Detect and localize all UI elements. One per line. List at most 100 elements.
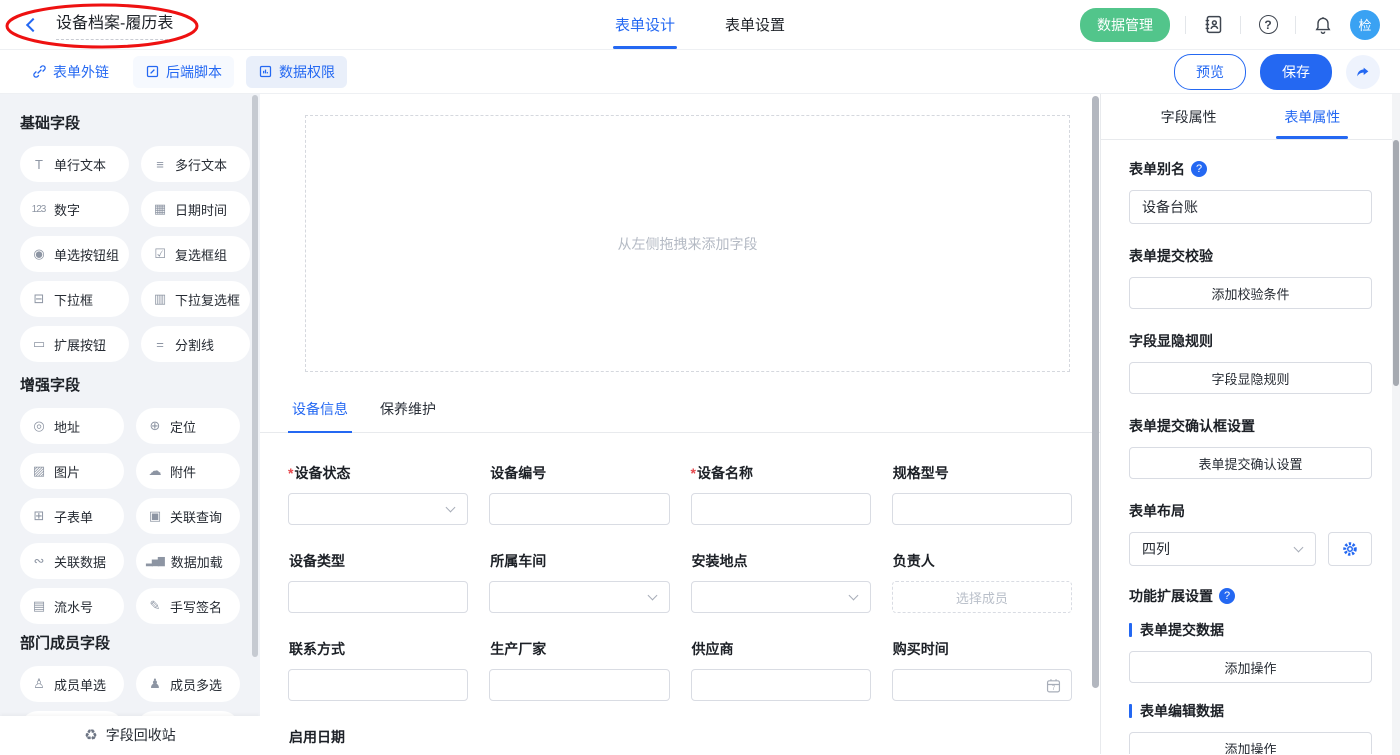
tab-field-properties[interactable]: 字段属性	[1153, 94, 1225, 139]
spec-model-input[interactable]	[892, 493, 1072, 525]
palette-item-address[interactable]: ◎地址	[20, 408, 124, 444]
edit-data-add-action-button[interactable]: 添加操作	[1129, 732, 1372, 754]
field-label: 生产厂家	[489, 639, 669, 659]
field-label: 联系方式	[288, 639, 468, 659]
dropdown-icon: ⊟	[30, 291, 47, 307]
palette-item-number[interactable]: 123数字	[20, 191, 129, 227]
radio-icon: ◉	[30, 246, 47, 262]
palette-item-dropdown[interactable]: ⊟下拉框	[20, 281, 129, 317]
sidebar-scrollbar[interactable]	[252, 95, 258, 657]
external-link-button[interactable]: 表单外链	[20, 56, 121, 88]
form-field-spec-model: 规格型号	[892, 463, 1072, 525]
preview-button[interactable]: 预览	[1174, 54, 1246, 90]
palette-item-radio-group[interactable]: ◉单选按钮组	[20, 236, 129, 272]
manufacturer-input[interactable]	[489, 669, 669, 701]
form-layout-label: 表单布局	[1129, 501, 1372, 521]
palette-item-member-multi[interactable]: ♟成员多选	[136, 666, 240, 702]
visibility-rules-label: 字段显隐规则	[1129, 331, 1372, 351]
tab-device-info[interactable]: 设备信息	[288, 399, 352, 433]
supplier-input[interactable]	[691, 669, 871, 701]
palette-item-related-data[interactable]: ∾关联数据	[20, 543, 124, 579]
device-status-select[interactable]	[288, 493, 468, 525]
data-permission-button[interactable]: 数据权限	[246, 56, 347, 88]
palette-item-related-query[interactable]: ▣关联查询	[136, 498, 240, 534]
single-line-text-icon: T	[30, 157, 47, 172]
field-dropzone[interactable]: 从左侧拖拽来添加字段	[305, 115, 1070, 372]
field-label: 供应商	[691, 639, 871, 659]
workshop-select[interactable]	[489, 581, 669, 613]
palette-item-extension-button[interactable]: ▭扩展按钮	[20, 326, 129, 362]
divider	[1240, 16, 1241, 34]
form-field-owner: 负责人 选择成员	[892, 551, 1072, 613]
help-icon[interactable]: ?	[1219, 588, 1235, 604]
palette-item-subform[interactable]: ⊞子表单	[20, 498, 124, 534]
section-submit-confirm: 表单提交确认框设置 表单提交确认设置	[1129, 416, 1372, 479]
form-field-supplier: 供应商	[691, 639, 871, 701]
save-button[interactable]: 保存	[1260, 54, 1332, 90]
palette-item-image[interactable]: ▨图片	[20, 453, 124, 489]
multi-line-text-icon: ≡	[151, 157, 168, 172]
form-field-manufacturer: 生产厂家	[489, 639, 669, 701]
form-field-install-location: 安装地点	[691, 551, 871, 613]
install-location-select[interactable]	[691, 581, 871, 613]
palette-item-checkbox-group[interactable]: ☑复选框组	[141, 236, 250, 272]
divider	[1295, 16, 1296, 34]
device-name-input[interactable]	[691, 493, 871, 525]
data-permission-icon	[258, 64, 273, 79]
device-type-input[interactable]	[288, 581, 468, 613]
tab-maintenance[interactable]: 保养维护	[376, 399, 440, 432]
gear-icon	[1341, 540, 1359, 558]
page-scrollbar-thumb[interactable]	[1393, 140, 1399, 386]
palette-item-divider[interactable]: =分割线	[141, 326, 250, 362]
field-label: 负责人	[892, 551, 1072, 571]
palette-item-serial-number[interactable]: ▤流水号	[20, 588, 124, 624]
page-scrollbar-track[interactable]	[1392, 94, 1400, 755]
canvas-form-tabs: 设备信息 保养维护	[260, 399, 1100, 433]
palette-item-data-load[interactable]: ▂▅▇数据加载	[136, 543, 240, 579]
section-form-alias: 表单别名 ?	[1129, 159, 1372, 224]
palette-item-datetime[interactable]: ▦日期时间	[141, 191, 250, 227]
tab-form-design[interactable]: 表单设计	[613, 0, 677, 49]
purchase-time-datepicker[interactable]: 7	[892, 669, 1072, 701]
divider	[1185, 16, 1186, 34]
form-alias-input[interactable]	[1129, 190, 1372, 224]
layout-settings-button[interactable]	[1328, 532, 1372, 566]
canvas-scrollbar[interactable]	[1092, 96, 1099, 688]
form-field-workshop: 所属车间	[489, 551, 669, 613]
submit-data-label: 表单提交数据	[1129, 620, 1372, 640]
page-title[interactable]: 设备档案-履历表	[56, 9, 173, 40]
back-button[interactable]	[20, 12, 46, 38]
submit-data-add-action-button[interactable]: 添加操作	[1129, 651, 1372, 683]
tab-form-settings[interactable]: 表单设置	[723, 0, 787, 49]
palette-item-multi-dropdown[interactable]: ▥下拉复选框	[141, 281, 250, 317]
chain-link-icon: ∾	[30, 553, 47, 569]
submit-confirm-button[interactable]: 表单提交确认设置	[1129, 447, 1372, 479]
palette-item-single-line-text[interactable]: T单行文本	[20, 146, 129, 182]
share-button[interactable]	[1346, 55, 1380, 89]
bell-icon[interactable]	[1311, 13, 1335, 37]
visibility-rules-button[interactable]: 字段显隐规则	[1129, 362, 1372, 394]
help-icon[interactable]: ?	[1191, 161, 1207, 177]
svg-text:7: 7	[1052, 686, 1055, 692]
chevron-down-icon	[647, 591, 657, 601]
palette-item-multi-line-text[interactable]: ≡多行文本	[141, 146, 250, 182]
layout-select[interactable]: 四列	[1129, 532, 1316, 566]
data-manage-button[interactable]: 数据管理	[1080, 8, 1170, 42]
owner-member-picker[interactable]: 选择成员	[892, 581, 1072, 613]
palette-item-signature[interactable]: ✎手写签名	[136, 588, 240, 624]
palette-item-locate[interactable]: ⊕定位	[136, 408, 240, 444]
avatar[interactable]: 检	[1350, 10, 1380, 40]
tab-form-properties[interactable]: 表单属性	[1276, 94, 1348, 139]
field-label: *设备状态	[288, 463, 468, 483]
palette-item-attachment[interactable]: ☁附件	[136, 453, 240, 489]
person-icon: ♙	[30, 676, 47, 692]
add-validation-button[interactable]: 添加校验条件	[1129, 277, 1372, 309]
field-recycle-bin[interactable]: ♻ 字段回收站	[0, 716, 260, 754]
address-book-icon[interactable]	[1201, 13, 1225, 37]
device-code-input[interactable]	[489, 493, 669, 525]
contact-input[interactable]	[288, 669, 468, 701]
palette-item-member-single[interactable]: ♙成员单选	[20, 666, 124, 702]
backend-script-button[interactable]: 后端脚本	[133, 56, 234, 88]
help-icon[interactable]: ?	[1256, 13, 1280, 37]
chevron-down-icon	[1294, 543, 1304, 553]
